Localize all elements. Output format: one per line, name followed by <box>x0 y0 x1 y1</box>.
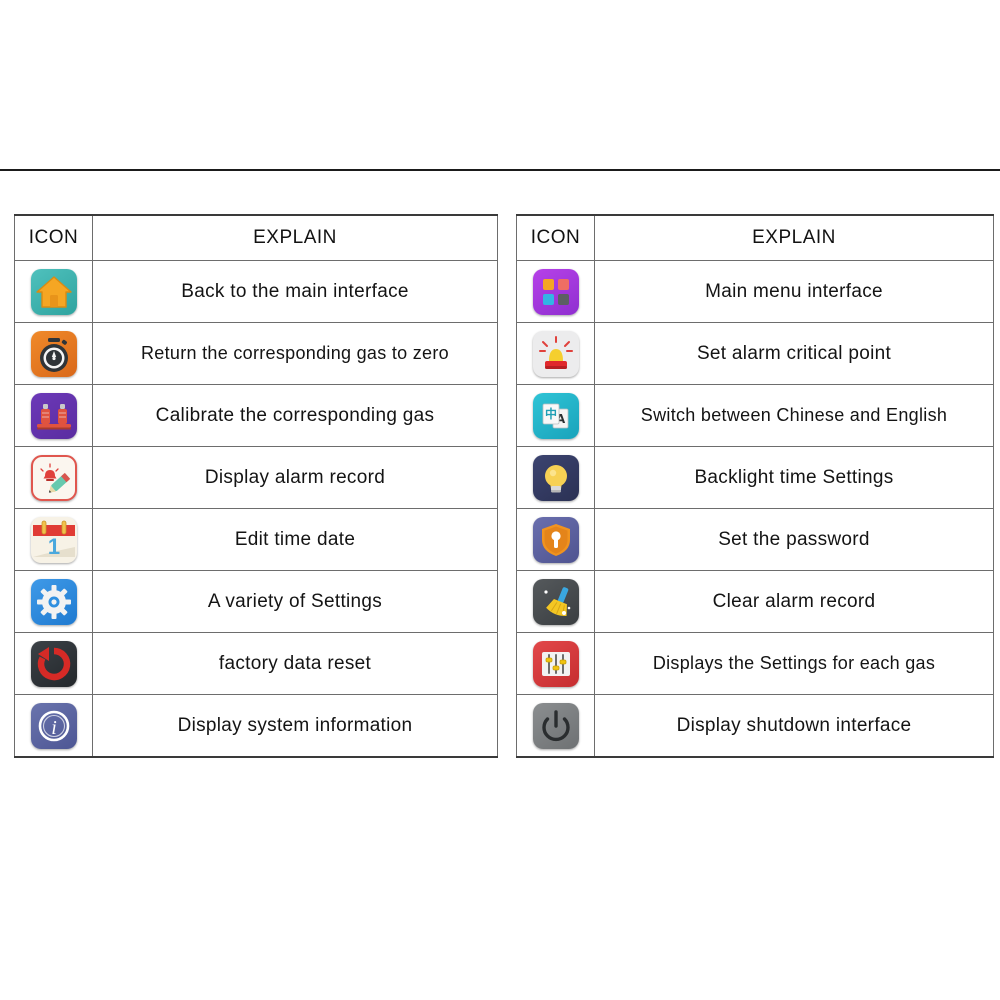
header-icon: ICON <box>516 214 595 261</box>
table-row: Set the password <box>516 508 994 571</box>
explain-cell: Display alarm record <box>92 446 498 509</box>
table-row: Backlight time Settings <box>516 446 994 509</box>
power-icon <box>532 702 579 749</box>
explain-cell: Return the corresponding gas to zero <box>92 322 498 385</box>
icon-cell-password <box>516 508 595 571</box>
alarm-record-icon <box>30 454 77 501</box>
header-explain: EXPLAIN <box>92 214 498 261</box>
shield-key-icon <box>532 516 579 563</box>
svg-text:i: i <box>51 717 57 739</box>
icon-cell-alarm-record <box>14 446 93 509</box>
explain-cell: A variety of Settings <box>92 570 498 633</box>
reset-arrow-icon <box>30 640 77 687</box>
stopwatch-zero-icon <box>30 330 77 377</box>
lightbulb-icon <box>532 454 579 501</box>
table-row: A 中 Switch between Chinese and English <box>516 384 994 447</box>
explain-cell: Displays the Settings for each gas <box>594 632 994 695</box>
table-row: factory data reset <box>14 632 498 695</box>
explain-cell: Set the password <box>594 508 994 571</box>
explain-cell: Switch between Chinese and English <box>594 384 994 447</box>
icon-cell-alarm-light <box>516 322 595 385</box>
table-row: Displays the Settings for each gas <box>516 632 994 695</box>
explain-cell: Back to the main interface <box>92 260 498 323</box>
explain-cell: Display shutdown interface <box>594 694 994 758</box>
broom-icon <box>532 578 579 625</box>
gear-icon <box>30 578 77 625</box>
top-divider <box>0 169 1000 171</box>
icon-cell-language: A 中 <box>516 384 595 447</box>
explain-cell: Main menu interface <box>594 260 994 323</box>
explain-cell: Display system information <box>92 694 498 758</box>
svg-text:1: 1 <box>47 534 59 559</box>
table-row: i Display system information <box>14 694 498 758</box>
icon-cell-broom <box>516 570 595 633</box>
explain-cell: factory data reset <box>92 632 498 695</box>
info-icon: i <box>30 702 77 749</box>
icon-cell-info: i <box>14 694 93 758</box>
svg-text:中: 中 <box>544 406 556 421</box>
icon-cell-reset <box>14 632 93 695</box>
explain-cell: Clear alarm record <box>594 570 994 633</box>
table-row: Return the corresponding gas to zero <box>14 322 498 385</box>
icon-cell-power <box>516 694 595 758</box>
icon-cell-bulb <box>516 446 595 509</box>
icon-legend-page: ICON EXPLAIN Back to the main interface <box>0 0 1000 1000</box>
icon-cell-calendar: 1 <box>14 508 93 571</box>
explain-cell: Edit time date <box>92 508 498 571</box>
table-header-row: ICON EXPLAIN <box>516 214 994 261</box>
table-row: A variety of Settings <box>14 570 498 633</box>
table-row: Back to the main interface <box>14 260 498 323</box>
table-row: Display shutdown interface <box>516 694 994 758</box>
left-icon-table: ICON EXPLAIN Back to the main interface <box>14 214 498 758</box>
sliders-icon <box>532 640 579 687</box>
gas-calibration-icon <box>30 392 77 439</box>
icon-cell-home <box>14 260 93 323</box>
icon-cell-gear <box>14 570 93 633</box>
icon-cell-sliders <box>516 632 595 695</box>
table-row: Display alarm record <box>14 446 498 509</box>
calendar-icon: 1 <box>30 516 77 563</box>
table-row: Set alarm critical point <box>516 322 994 385</box>
tables-container: ICON EXPLAIN Back to the main interface <box>0 214 1000 758</box>
language-switch-icon: A 中 <box>532 392 579 439</box>
right-icon-table: ICON EXPLAIN Main menu interface Set ala… <box>516 214 994 758</box>
explain-cell: Set alarm critical point <box>594 322 994 385</box>
table-header-row: ICON EXPLAIN <box>14 214 498 261</box>
icon-cell-zero <box>14 322 93 385</box>
grid-menu-icon <box>532 268 579 315</box>
explain-cell: Calibrate the corresponding gas <box>92 384 498 447</box>
icon-cell-menu <box>516 260 595 323</box>
home-icon <box>30 268 77 315</box>
table-row: Calibrate the corresponding gas <box>14 384 498 447</box>
header-explain: EXPLAIN <box>594 214 994 261</box>
table-row: Main menu interface <box>516 260 994 323</box>
explain-cell: Backlight time Settings <box>594 446 994 509</box>
icon-cell-calibration <box>14 384 93 447</box>
header-icon: ICON <box>14 214 93 261</box>
alarm-light-icon <box>532 330 579 377</box>
table-row: Clear alarm record <box>516 570 994 633</box>
table-row: 1 Edit time date <box>14 508 498 571</box>
